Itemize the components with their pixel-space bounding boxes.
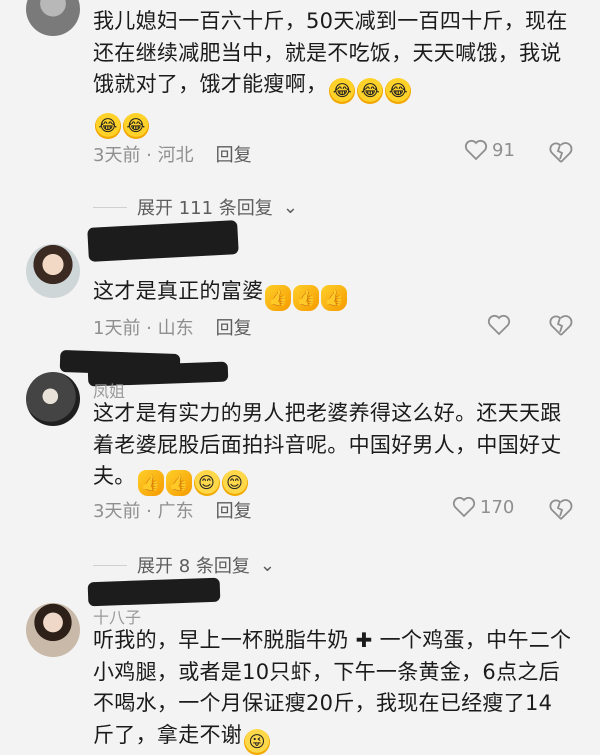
laugh-emoji: 😂 bbox=[385, 78, 412, 104]
comment-text: 我儿媳妇一百六十斤，50天减到一百四十斤，现在还在继续减肥当中，就是不吃饭，天天… bbox=[93, 6, 573, 139]
avatar[interactable] bbox=[26, 0, 80, 36]
avatar[interactable] bbox=[26, 603, 80, 657]
divider bbox=[93, 564, 127, 566]
smile-emoji: 😊 bbox=[193, 470, 220, 496]
dislike-icon[interactable] bbox=[548, 497, 574, 521]
redaction-scribble bbox=[87, 577, 221, 607]
heart-icon bbox=[452, 496, 476, 518]
laugh-emoji: 😂 bbox=[95, 113, 121, 139]
thumbs-up-emoji: 👍 bbox=[293, 285, 320, 311]
thumbs-up-emoji: 👍 bbox=[137, 470, 164, 496]
reply-button[interactable]: 回复 bbox=[216, 141, 252, 167]
heart-icon[interactable] bbox=[487, 314, 511, 336]
thumbs-up-emoji: 👍 bbox=[265, 285, 292, 311]
time-location: 1天前 · 山东 bbox=[93, 318, 194, 339]
comment-meta: 3天前 · 广东 回复 bbox=[93, 497, 252, 523]
heart-icon bbox=[464, 139, 488, 161]
like-count: 91 bbox=[492, 139, 515, 161]
laugh-emoji: 😂 bbox=[123, 113, 149, 139]
comment-text: 这才是有实力的男人把老婆养得这么好。还天天跟着老婆屁股后面拍抖音呢。中国好男人，… bbox=[93, 398, 573, 496]
wink-emoji: 😜 bbox=[244, 728, 271, 755]
avatar[interactable] bbox=[26, 244, 80, 298]
smile-emoji: 😊 bbox=[221, 470, 248, 496]
dislike-icon[interactable] bbox=[548, 313, 574, 337]
comment-text: 这才是真正的富婆 👍 👍 👍 bbox=[93, 276, 573, 311]
reply-button[interactable]: 回复 bbox=[216, 497, 252, 523]
like-button[interactable]: 91 bbox=[464, 139, 515, 161]
thumbs-up-emoji: 👍 bbox=[165, 470, 192, 496]
comment-meta: 3天前 · 河北 回复 bbox=[93, 141, 252, 167]
expand-replies-button[interactable]: 展开 8 条回复 ⌄ bbox=[93, 552, 275, 578]
laugh-emoji: 😂 bbox=[357, 78, 384, 104]
expand-replies-button[interactable]: 展开 111 条回复 ⌄ bbox=[93, 194, 298, 220]
thumbs-up-emoji: 👍 bbox=[321, 285, 348, 311]
reply-button[interactable]: 回复 bbox=[216, 314, 252, 340]
expand-label: 展开 8 条回复 bbox=[137, 556, 250, 577]
divider bbox=[93, 206, 127, 208]
plus-icon: ✚ bbox=[355, 628, 373, 652]
time-location: 3天前 · 广东 bbox=[93, 501, 194, 522]
laugh-emoji: 😂 bbox=[329, 78, 356, 104]
like-button[interactable]: 170 bbox=[452, 496, 514, 518]
chevron-down-icon: ⌄ bbox=[282, 196, 298, 218]
comment-meta: 1天前 · 山东 回复 bbox=[93, 314, 252, 340]
chevron-down-icon: ⌄ bbox=[259, 554, 275, 576]
comment-text: 听我的，早上一杯脱脂牛奶 ✚ 一个鸡蛋，中午二个小鸡腿，或者是10只虾，下午一条… bbox=[93, 625, 573, 755]
time-location: 3天前 · 河北 bbox=[93, 145, 194, 166]
dislike-icon[interactable] bbox=[548, 140, 574, 164]
expand-label: 展开 111 条回复 bbox=[137, 198, 273, 219]
like-count: 170 bbox=[480, 496, 515, 518]
avatar[interactable] bbox=[26, 372, 80, 426]
redaction-scribble bbox=[87, 220, 239, 262]
